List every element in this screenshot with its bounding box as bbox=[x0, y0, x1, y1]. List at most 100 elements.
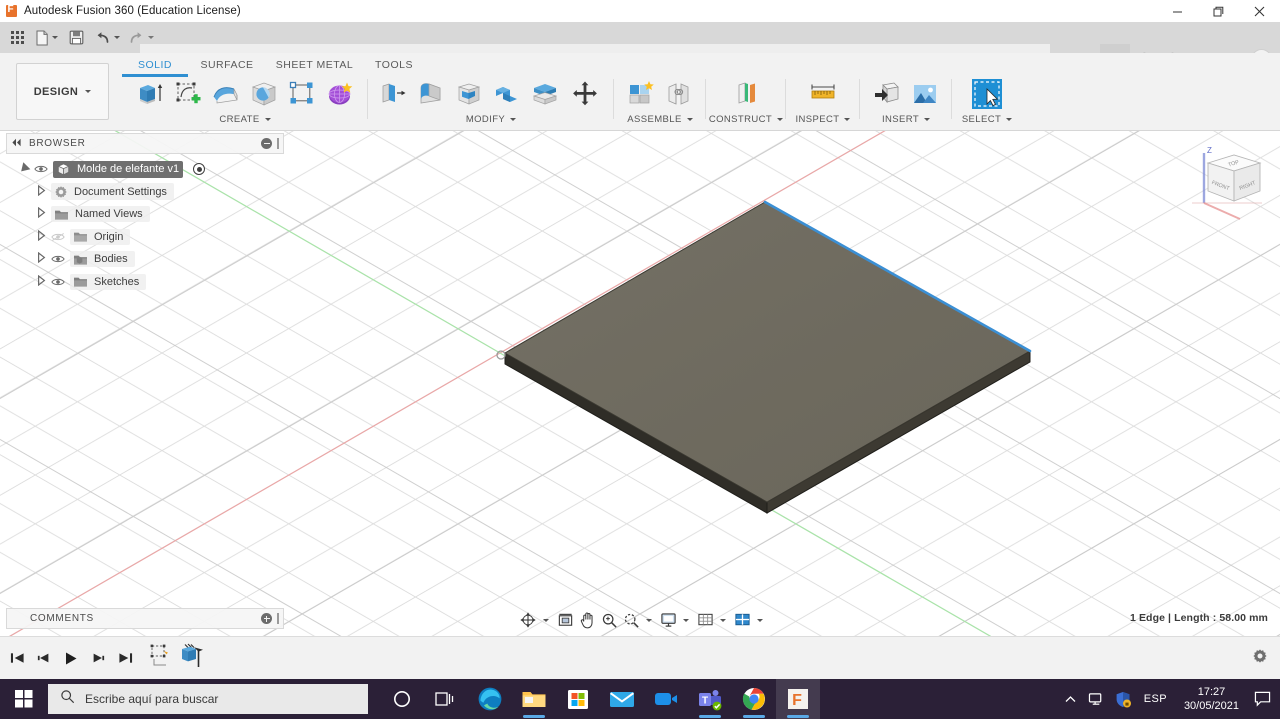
browser-minimize-icon[interactable] bbox=[261, 138, 272, 149]
timeline-feature-extrude[interactable] bbox=[176, 643, 204, 674]
view-cube[interactable]: Z TOP FRONT RIGHT bbox=[1182, 141, 1274, 225]
sphere-tool[interactable] bbox=[246, 76, 282, 112]
viewports-caret-icon[interactable] bbox=[757, 618, 763, 622]
browser-node-document-settings-chip[interactable]: Document Settings bbox=[51, 183, 174, 201]
taskbar-mail[interactable] bbox=[600, 679, 644, 719]
action-center-icon[interactable] bbox=[1248, 679, 1276, 719]
taskbar-file-explorer[interactable] bbox=[512, 679, 556, 719]
browser-node-document-settings[interactable]: Document Settings bbox=[6, 181, 284, 204]
comments-panel[interactable]: COMMENTS bbox=[6, 608, 284, 629]
zoom-button[interactable] bbox=[599, 609, 620, 631]
expand-arrow-icon[interactable] bbox=[37, 252, 46, 266]
expand-arrow-icon[interactable] bbox=[20, 165, 29, 174]
taskbar-task-view[interactable] bbox=[424, 679, 468, 719]
look-at-button[interactable] bbox=[555, 609, 576, 631]
loft-tool[interactable] bbox=[208, 76, 244, 112]
panel-assemble-title[interactable]: ASSEMBLE bbox=[627, 114, 693, 125]
measure-tool[interactable] bbox=[805, 76, 841, 112]
panel-inspect-title[interactable]: INSPECT bbox=[796, 114, 851, 125]
fit-button[interactable] bbox=[621, 609, 642, 631]
panel-construct-title[interactable]: CONSTRUCT bbox=[709, 114, 784, 125]
file-button[interactable] bbox=[32, 25, 61, 51]
grid-snaps-caret-icon[interactable] bbox=[720, 618, 726, 622]
close-button[interactable] bbox=[1239, 0, 1280, 22]
workspace-selector[interactable]: DESIGN bbox=[16, 63, 109, 120]
browser-node-sketches[interactable]: Sketches bbox=[6, 271, 284, 294]
browser-node-root-chip[interactable]: Molde de elefante v1 bbox=[53, 160, 184, 178]
browser-resize-grip[interactable] bbox=[277, 138, 279, 149]
browser-node-named-views-chip[interactable]: Named Views bbox=[51, 206, 150, 223]
browser-node-sketches-chip[interactable]: Sketches bbox=[70, 273, 147, 290]
offset-plane-tool[interactable] bbox=[728, 76, 764, 112]
orbit-button[interactable] bbox=[517, 609, 539, 631]
taskbar-cortana[interactable] bbox=[380, 679, 424, 719]
browser-node-root[interactable]: Molde de elefante v1 bbox=[6, 158, 284, 181]
pattern-tool[interactable] bbox=[284, 76, 320, 112]
windows-start-icon[interactable] bbox=[0, 679, 48, 719]
visibility-eye-icon[interactable] bbox=[34, 164, 48, 174]
browser-node-bodies[interactable]: Bodies bbox=[6, 248, 284, 271]
expand-arrow-icon[interactable] bbox=[37, 229, 46, 244]
restore-button[interactable] bbox=[1198, 0, 1239, 22]
taskbar-teams[interactable]: T bbox=[688, 679, 732, 719]
taskbar-edge[interactable] bbox=[468, 679, 512, 719]
tray-network-icon[interactable] bbox=[1084, 679, 1110, 719]
timeline-step-forward-button[interactable] bbox=[89, 647, 107, 669]
expand-arrow-icon[interactable] bbox=[37, 207, 46, 221]
press-pull-tool[interactable] bbox=[375, 76, 411, 112]
shell-tool[interactable] bbox=[451, 76, 487, 112]
select-tool[interactable] bbox=[969, 76, 1005, 112]
taskbar-fusion360[interactable]: F bbox=[776, 679, 820, 719]
taskbar-chrome[interactable] bbox=[732, 679, 776, 719]
browser-node-origin-chip[interactable]: Origin bbox=[70, 228, 131, 245]
emboss-tool[interactable] bbox=[322, 76, 358, 112]
timeline-play-button[interactable] bbox=[62, 647, 80, 669]
grid-snaps-button[interactable] bbox=[695, 609, 716, 631]
display-settings-caret-icon[interactable] bbox=[683, 618, 689, 622]
panel-insert-title[interactable]: INSERT bbox=[882, 114, 931, 125]
visibility-eye-icon[interactable] bbox=[51, 277, 65, 287]
browser-node-bodies-chip[interactable]: Bodies bbox=[70, 251, 135, 268]
canvas-image-tool[interactable] bbox=[907, 76, 943, 112]
tray-expand-icon[interactable] bbox=[1058, 679, 1084, 719]
display-settings-button[interactable] bbox=[658, 609, 679, 631]
expand-arrow-icon[interactable] bbox=[37, 184, 46, 199]
panel-select-title[interactable]: SELECT bbox=[962, 114, 1013, 125]
search-input[interactable]: Escribe aquí para buscar bbox=[48, 684, 368, 714]
timeline-step-back-button[interactable] bbox=[35, 647, 53, 669]
timeline-settings-button[interactable] bbox=[1252, 648, 1268, 669]
create-sketch-tool[interactable] bbox=[170, 76, 206, 112]
panel-create-title[interactable]: CREATE bbox=[219, 114, 271, 125]
fit-caret-icon[interactable] bbox=[646, 618, 652, 622]
panel-modify-title[interactable]: MODIFY bbox=[466, 114, 517, 125]
pan-button[interactable] bbox=[577, 609, 598, 631]
comments-resize-grip[interactable] bbox=[277, 613, 279, 624]
browser-node-named-views[interactable]: Named Views bbox=[6, 203, 284, 226]
orbit-caret-icon[interactable] bbox=[543, 618, 549, 622]
extrude-tool[interactable] bbox=[132, 76, 168, 112]
add-comment-icon[interactable] bbox=[261, 613, 272, 624]
expand-arrow-icon[interactable] bbox=[37, 274, 46, 289]
timeline-last-button[interactable] bbox=[116, 647, 134, 669]
timeline-first-button[interactable] bbox=[8, 647, 26, 669]
save-button[interactable] bbox=[63, 25, 89, 51]
combine-tool[interactable] bbox=[489, 76, 525, 112]
minimize-button[interactable] bbox=[1157, 0, 1198, 22]
taskbar-microsoft-store[interactable] bbox=[556, 679, 600, 719]
new-component-tool[interactable] bbox=[623, 76, 659, 112]
undo-button[interactable] bbox=[91, 25, 123, 51]
visibility-eye-icon[interactable] bbox=[51, 254, 65, 264]
browser-collapse-icon[interactable] bbox=[11, 138, 22, 150]
activate-component-radio[interactable] bbox=[193, 163, 206, 176]
browser-node-origin[interactable]: Origin bbox=[6, 226, 284, 249]
insert-derive-tool[interactable] bbox=[869, 76, 905, 112]
viewports-button[interactable] bbox=[732, 609, 753, 631]
fillet-tool[interactable] bbox=[413, 76, 449, 112]
tray-language[interactable]: ESP bbox=[1136, 693, 1175, 705]
timeline-feature-sketch[interactable] bbox=[148, 643, 174, 674]
joint-tool[interactable] bbox=[661, 76, 697, 112]
taskbar-video[interactable] bbox=[644, 679, 688, 719]
tray-security-icon[interactable] bbox=[1110, 679, 1136, 719]
move-copy-tool[interactable] bbox=[565, 76, 607, 112]
visibility-eye-icon[interactable] bbox=[51, 232, 65, 242]
